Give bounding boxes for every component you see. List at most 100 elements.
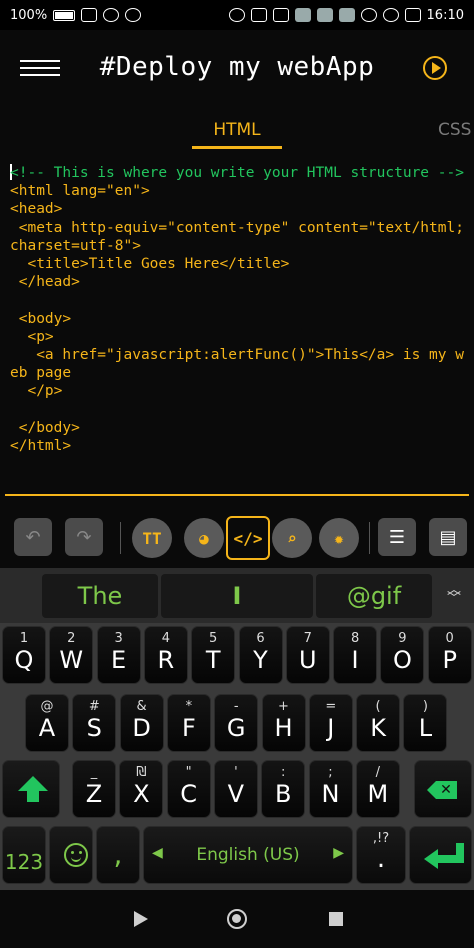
- code-line: <a href="javascript:alertFunc()">This</a…: [10, 347, 464, 382]
- key-secondary-label: #: [88, 699, 100, 714]
- period-key[interactable]: ,!?.: [356, 826, 406, 884]
- key-secondary-label: 1: [19, 631, 29, 646]
- key-x[interactable]: ₪ X: [119, 760, 164, 818]
- key-n[interactable]: ; N: [308, 760, 353, 818]
- suggestion-3[interactable]: @gif: [316, 574, 432, 618]
- comma-key-label: ,: [113, 838, 123, 871]
- backspace-x-icon: ✕: [440, 782, 452, 798]
- key-secondary-label: 3: [114, 631, 123, 646]
- xbox-icon: [382, 8, 399, 22]
- key-k[interactable]: (K: [356, 694, 401, 752]
- key-y[interactable]: 6Y: [238, 626, 283, 684]
- suggestion-2[interactable]: I: [161, 574, 313, 618]
- app-icon: [338, 8, 355, 22]
- key-label: Q: [14, 646, 34, 674]
- active-tab-indicator: [192, 146, 282, 149]
- text-size-button[interactable]: TT: [132, 518, 172, 558]
- undo-icon[interactable]: ↶: [14, 518, 52, 556]
- app-bar: #Deploy my webApp: [0, 30, 474, 110]
- key-secondary-label: @: [40, 699, 54, 714]
- nav-recent-icon[interactable]: [329, 912, 343, 926]
- clipboard-icon[interactable]: ▤: [429, 518, 467, 556]
- key-m[interactable]: / M: [355, 760, 400, 818]
- nav-back-icon[interactable]: [134, 911, 148, 927]
- tab-html[interactable]: HTML: [192, 120, 282, 140]
- code-line: <html lang="en">: [10, 183, 150, 200]
- key-secondary-label: :: [280, 765, 286, 780]
- redo-icon[interactable]: ↷: [65, 518, 103, 556]
- nav-home-icon[interactable]: [227, 909, 247, 929]
- space-key[interactable]: English (US) ◀ ▶: [143, 826, 353, 884]
- key-label: Y: [253, 646, 268, 674]
- key-i[interactable]: 8I: [333, 626, 378, 684]
- numbers-key[interactable]: 123: [2, 826, 46, 884]
- key-secondary-label: &: [136, 699, 147, 714]
- numbered-list-icon[interactable]: ☰: [378, 518, 416, 556]
- battery-icon: [53, 9, 76, 21]
- key-l[interactable]: ) L: [403, 694, 448, 752]
- key-secondary-label: 6: [256, 631, 265, 646]
- period-key-label: .: [376, 844, 386, 874]
- page-title: #Deploy my webApp: [99, 52, 375, 82]
- key-secondary-label: 9: [398, 631, 407, 646]
- tab-css[interactable]: CSS: [438, 120, 471, 140]
- key-v[interactable]: ' V: [213, 760, 258, 818]
- code-line: </html>: [10, 438, 72, 455]
- key-label: T: [205, 646, 221, 674]
- code-editor[interactable]: <!-- This is where you write your HTML s…: [0, 150, 474, 500]
- key-s[interactable]: # S: [72, 694, 117, 752]
- key-label: G: [226, 714, 246, 742]
- enter-arrow-icon: [424, 843, 464, 869]
- key-e[interactable]: 3E: [96, 626, 141, 684]
- pin-icon: [272, 8, 289, 22]
- navigation-bar: [0, 890, 474, 948]
- emoji-key[interactable]: [49, 826, 93, 884]
- key-u[interactable]: 7U: [285, 626, 330, 684]
- key-g[interactable]: -G: [214, 694, 259, 752]
- key-p[interactable]: 0P: [427, 626, 472, 684]
- key-label: A: [38, 714, 56, 742]
- key-a[interactable]: @ A: [25, 694, 69, 752]
- key-secondary-label: (: [375, 699, 381, 714]
- backspace-key[interactable]: ✕: [414, 760, 472, 818]
- key-j[interactable]: = J: [308, 694, 353, 752]
- code-text[interactable]: <!-- This is where you write your HTML s…: [10, 164, 464, 455]
- key-b[interactable]: :B: [261, 760, 306, 818]
- key-c[interactable]: " C: [166, 760, 211, 818]
- search-document-icon[interactable]: ⌕: [272, 518, 312, 558]
- key-t[interactable]: 5T: [191, 626, 236, 684]
- editor-tabs: HTML CSS: [0, 110, 474, 150]
- battery-percent: 100%: [10, 7, 48, 23]
- gear-icon[interactable]: ✹: [319, 518, 359, 558]
- palette-icon[interactable]: ◕: [184, 518, 224, 558]
- code-view-button[interactable]: </>: [226, 516, 270, 560]
- key-q[interactable]: 1Q: [2, 626, 46, 684]
- key-f[interactable]: * F: [166, 694, 211, 752]
- key-label: W: [59, 646, 84, 674]
- weather-icon: [360, 8, 377, 22]
- key-label: X: [133, 780, 150, 808]
- key-secondary-label: _: [90, 765, 98, 780]
- suggestion-1[interactable]: The: [42, 574, 158, 618]
- play-circle-icon[interactable]: [423, 56, 447, 80]
- key-label: I: [351, 646, 359, 674]
- key-secondary-label: ": [185, 765, 192, 780]
- code-line: <head>: [10, 201, 63, 218]
- key-secondary-label: ): [422, 699, 428, 714]
- comma-key[interactable]: ,: [96, 826, 140, 884]
- toolbar-separator: [369, 522, 370, 554]
- key-secondary-label: 7: [303, 631, 312, 646]
- key-secondary-label: +: [278, 699, 289, 714]
- key-o[interactable]: 9O: [380, 626, 425, 684]
- key-h[interactable]: + H: [261, 694, 306, 752]
- key-w[interactable]: 2W: [49, 626, 94, 684]
- shift-key[interactable]: [2, 760, 60, 818]
- wifi-icon: [103, 8, 120, 22]
- expand-suggestions-icon[interactable]: ︿ ﹀: [446, 583, 462, 606]
- key-z[interactable]: _ Z: [72, 760, 116, 818]
- key-secondary-label: ;: [328, 765, 333, 780]
- key-d[interactable]: & D: [119, 694, 164, 752]
- enter-key[interactable]: [409, 826, 472, 884]
- key-r[interactable]: 4R: [143, 626, 188, 684]
